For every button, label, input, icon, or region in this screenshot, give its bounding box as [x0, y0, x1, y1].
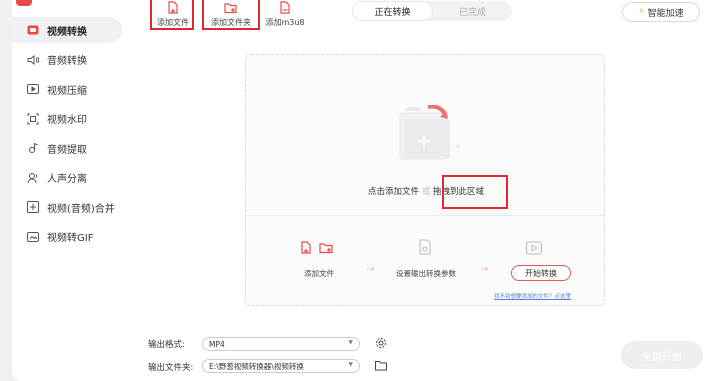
- audio-convert-icon: [26, 53, 40, 67]
- svg-text:+: +: [454, 142, 461, 151]
- add-file-label: 添加文件: [157, 18, 189, 27]
- add-m3u8-button[interactable]: 添加m3u8: [265, 0, 305, 28]
- output-format-select[interactable]: MP4 ▼: [202, 337, 360, 351]
- sidebar-item-voice-separate[interactable]: 人声分离: [12, 165, 134, 191]
- drop-zone[interactable]: + + 点击添加文件 或 拖拽到此区域 添加文件 → 设置输出转换参数 → 开始…: [245, 54, 605, 306]
- video-convert-icon: [26, 23, 40, 37]
- video-watermark-icon: [26, 112, 40, 126]
- merge-icon: [26, 200, 40, 214]
- arrow-icon: →: [480, 264, 489, 275]
- chevron-down-icon: ▼: [348, 361, 353, 368]
- drag-text: 拖拽到此区域: [432, 187, 484, 197]
- voice-separate-icon: [26, 171, 40, 185]
- m3u8-icon: [278, 1, 292, 17]
- sidebar-item-label: 视频转换: [47, 26, 87, 38]
- output-format-label: 输出格式:: [148, 340, 185, 350]
- smart-accelerate-label: 智能加速: [647, 8, 684, 19]
- sidebar-item-label: 视频水印: [47, 115, 87, 126]
- folder-icon[interactable]: [375, 360, 387, 374]
- sidebar-item-gif[interactable]: 视频转GIF: [12, 224, 134, 250]
- sidebar-item-video-convert[interactable]: 视频转换: [12, 17, 122, 43]
- arrow-icon: →: [366, 264, 375, 275]
- step-add-file: 添加文件: [304, 269, 334, 278]
- output-folder-value: E:\野葱视频转换器\视频转换: [209, 361, 304, 371]
- output-folder-label: 输出文件夹:: [148, 363, 194, 373]
- step-settings: 设置输出转换参数: [396, 269, 456, 278]
- sidebar-item-label: 人声分离: [47, 174, 87, 185]
- sidebar-item-label: 音频提取: [47, 144, 87, 156]
- add-file-icon: [166, 1, 180, 17]
- output-format-value: MP4: [209, 339, 225, 349]
- step-start-icon: [526, 241, 542, 258]
- add-m3u8-label: 添加m3u8: [265, 18, 305, 27]
- app-logo: [16, 0, 32, 6]
- sidebar-item-label: 视频转GIF: [47, 233, 94, 244]
- sidebar-item-video-compress[interactable]: 视频压缩: [12, 76, 134, 102]
- lightning-icon: ⚡: [638, 7, 645, 17]
- drop-instructions: 点击添加文件 或 拖拽到此区域: [246, 185, 606, 197]
- help-link[interactable]: 找不到想要添加的文件？点这里: [494, 292, 571, 300]
- tab-converting[interactable]: 正在转换: [353, 2, 432, 20]
- chevron-down-icon: ▼: [348, 339, 353, 346]
- sidebar: 视频转换 音频转换 视频压缩 视频水印 音频提取 人声分离 视频(音频)合并 视…: [12, 17, 134, 253]
- drop-text: 点击添加文件: [368, 187, 420, 197]
- gif-icon: [26, 230, 40, 244]
- status-tabs: 正在转换 已完成: [352, 1, 512, 21]
- add-folder-button[interactable]: 添加文件夹: [206, 0, 256, 28]
- output-folder-select[interactable]: E:\野葱视频转换器\视频转换 ▼: [202, 359, 360, 373]
- step-settings-icon: [418, 239, 432, 258]
- folder-add-icon: + +: [382, 104, 464, 168]
- video-compress-icon: [26, 82, 40, 96]
- settings-gear-icon[interactable]: [375, 337, 387, 352]
- start-all-button[interactable]: 全部开始: [621, 341, 703, 369]
- drop-hint: 或: [421, 187, 431, 197]
- sidebar-item-video-watermark[interactable]: 视频水印: [12, 106, 134, 132]
- add-folder-label: 添加文件夹: [211, 18, 251, 27]
- sidebar-item-label: 视频压缩: [47, 85, 87, 97]
- app-window: 视频转换 音频转换 视频压缩 视频水印 音频提取 人声分离 视频(音频)合并 视…: [12, 0, 716, 381]
- sidebar-item-label: 视频(音频)合并: [47, 203, 115, 215]
- sidebar-item-merge[interactable]: 视频(音频)合并: [12, 194, 134, 220]
- smart-accelerate-button[interactable]: ⚡ 智能加速: [622, 2, 700, 22]
- start-convert-button[interactable]: 开始转换: [511, 265, 571, 281]
- sidebar-item-audio-convert[interactable]: 音频转换: [12, 47, 134, 73]
- add-file-button[interactable]: 添加文件: [154, 0, 192, 28]
- audio-extract-icon: [26, 141, 40, 155]
- add-folder-icon: [224, 1, 238, 17]
- tab-completed[interactable]: 已完成: [433, 1, 512, 21]
- sidebar-item-audio-extract[interactable]: 音频提取: [12, 135, 134, 161]
- step-add-file-icon: [300, 241, 340, 258]
- drop-divider: [246, 215, 604, 216]
- sidebar-item-label: 音频转换: [47, 56, 87, 67]
